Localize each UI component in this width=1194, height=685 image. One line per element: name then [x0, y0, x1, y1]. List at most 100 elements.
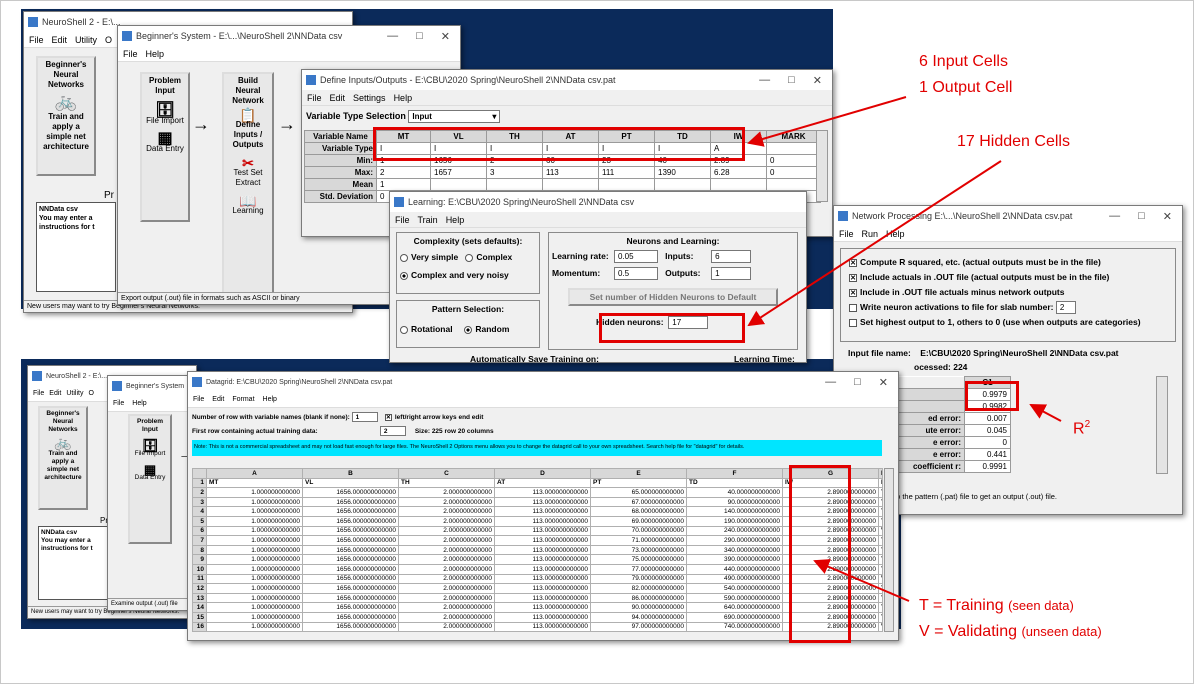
learning-label[interactable]: Learning [226, 206, 270, 216]
test-set-label[interactable]: Test Set Extract [226, 168, 270, 188]
cell[interactable]: 2.000000000000 [398, 496, 495, 508]
cell[interactable]: 340.000000000000 [686, 544, 783, 556]
first-row-input[interactable]: 2 [379, 426, 406, 436]
cell[interactable]: T [878, 592, 883, 604]
cell[interactable]: 2.000000000000 [398, 554, 495, 565]
cell[interactable]: 540.000000000000 [686, 583, 783, 594]
checkbox-checked-icon[interactable]: ✕ [849, 273, 857, 282]
cell[interactable]: 2.000000000000 [398, 544, 495, 556]
header-cell[interactable]: MARK [766, 130, 821, 143]
menu-help[interactable]: Help [146, 49, 165, 59]
cell[interactable]: 2.000000000000 [398, 506, 495, 517]
menu-help[interactable]: Help [446, 215, 465, 225]
checkbox-checked-icon[interactable]: ✕ [849, 258, 857, 267]
cell[interactable]: 90.000000000000 [590, 602, 687, 613]
cell[interactable]: 90.000000000000 [686, 496, 783, 508]
cell[interactable]: 0 [766, 154, 821, 167]
cell[interactable]: 113.000000000000 [494, 621, 591, 633]
menu-format[interactable]: Format [232, 396, 254, 403]
cell[interactable] [598, 178, 655, 191]
cell[interactable]: T [878, 544, 883, 556]
menu-train[interactable]: Train [418, 215, 438, 225]
column-letter[interactable]: E [590, 468, 687, 479]
menu-file[interactable]: File [113, 400, 124, 407]
cell[interactable]: 65.000000000000 [590, 487, 687, 498]
cell[interactable]: 1 [376, 178, 431, 191]
radio-random[interactable]: Random [464, 324, 509, 334]
cell[interactable]: 113.000000000000 [494, 535, 591, 546]
test-set-icon[interactable]: ✂ [226, 156, 270, 170]
cell[interactable] [710, 178, 767, 191]
vertical-scrollbar[interactable] [1156, 376, 1168, 474]
column-letter[interactable]: D [494, 468, 591, 479]
cell[interactable]: 2.000000000000 [398, 525, 495, 537]
cell[interactable]: 113.000000000000 [494, 602, 591, 613]
cell[interactable]: T [878, 487, 883, 498]
maximize-icon[interactable]: □ [416, 30, 423, 43]
set-hidden-default-button[interactable]: Set number of Hidden Neurons to Default [568, 288, 778, 306]
cell[interactable]: 1.000000000000 [206, 592, 303, 604]
cell[interactable]: 70.000000000000 [590, 525, 687, 537]
cell[interactable]: 1.000000000000 [206, 506, 303, 517]
learning-rate-input[interactable]: 0.05 [614, 250, 658, 263]
cell[interactable] [766, 142, 821, 155]
cell[interactable]: 94.000000000000 [590, 611, 687, 623]
cell[interactable]: 73.000000000000 [590, 544, 687, 556]
column-letter[interactable]: H [878, 468, 883, 479]
cell[interactable]: 113.000000000000 [494, 515, 591, 527]
menu-help[interactable]: Help [886, 229, 905, 239]
cell[interactable]: 1656.000000000000 [302, 544, 399, 556]
cell[interactable]: 2.000000000000 [398, 621, 495, 633]
cell[interactable]: 390.000000000000 [686, 554, 783, 565]
minimize-icon[interactable]: — [825, 376, 836, 389]
checkbox-checked-icon[interactable]: ✕ [849, 288, 857, 297]
beginners-networks-button[interactable]: Beginner's Neural Networks 🚲 Train and a… [38, 406, 88, 510]
checkbox-checked-icon[interactable]: ✕ [384, 413, 392, 421]
title-bar[interactable]: Network Processing E:\...\NeuroShell 2\N… [834, 206, 1182, 226]
title-bar[interactable]: Beginner's System - E:\...\NeuroShell 2\… [118, 26, 460, 46]
cell[interactable]: 1390 [654, 166, 711, 179]
cell[interactable]: 690.000000000000 [686, 611, 783, 623]
cell[interactable] [542, 178, 599, 191]
cell[interactable]: 113.000000000000 [494, 611, 591, 623]
cell[interactable]: V [878, 573, 883, 585]
menu-utility[interactable]: Utility [66, 390, 83, 397]
cell[interactable]: T [878, 554, 883, 565]
cell[interactable]: 113.000000000000 [494, 583, 591, 594]
checkbox-unchecked-icon[interactable] [849, 318, 857, 327]
vts-dropdown[interactable]: Input ▾ [408, 110, 501, 123]
cell[interactable]: 1.000000000000 [206, 563, 303, 575]
title-bar[interactable]: Define Inputs/Outputs - E:\CBU\2020 Spri… [302, 70, 832, 90]
cell[interactable]: 6.28 [710, 166, 767, 179]
cell[interactable]: 2.000000000000 [398, 563, 495, 575]
menu-file[interactable]: File [193, 396, 204, 403]
slab-number-input[interactable]: 2 [1055, 301, 1076, 314]
cell[interactable]: V [878, 621, 883, 633]
cell[interactable]: 69.000000000000 [590, 515, 687, 527]
minimize-icon[interactable]: — [1109, 210, 1120, 223]
column-letter[interactable]: F [686, 468, 783, 479]
cell[interactable]: 111 [598, 166, 655, 179]
maximize-icon[interactable]: □ [788, 74, 795, 87]
file-import-icon[interactable]: 🗄 [144, 103, 186, 119]
vertical-scrollbar[interactable] [884, 468, 894, 632]
menu-file[interactable]: File [395, 215, 410, 225]
cell[interactable]: VL [302, 477, 399, 489]
data-entry-label[interactable]: Data Entry [144, 144, 186, 154]
cell[interactable]: TH [398, 477, 495, 489]
cell[interactable]: 0 [766, 166, 821, 179]
option-compute-r2[interactable]: ✕ Compute R squared, etc. (actual outputs… [849, 255, 1167, 270]
option-actuals-minus[interactable]: ✕ Include in .OUT file actuals minus netw… [849, 285, 1167, 300]
file-import-label[interactable]: File Import [132, 450, 168, 458]
file-import-label[interactable]: File Import [144, 116, 186, 126]
radio-very-simple[interactable]: Very simple [400, 252, 458, 262]
cell[interactable]: 2.000000000000 [398, 592, 495, 604]
cell[interactable]: T [878, 535, 883, 546]
option-write-activations[interactable]: Write neuron activations to file for sla… [849, 300, 1167, 315]
cell[interactable]: 290.000000000000 [686, 535, 783, 546]
cell[interactable]: 1.000000000000 [206, 496, 303, 508]
cell[interactable]: T [878, 496, 883, 508]
cell[interactable]: 1.000000000000 [206, 602, 303, 613]
cell[interactable] [766, 178, 821, 191]
cell[interactable]: 113.000000000000 [494, 554, 591, 565]
